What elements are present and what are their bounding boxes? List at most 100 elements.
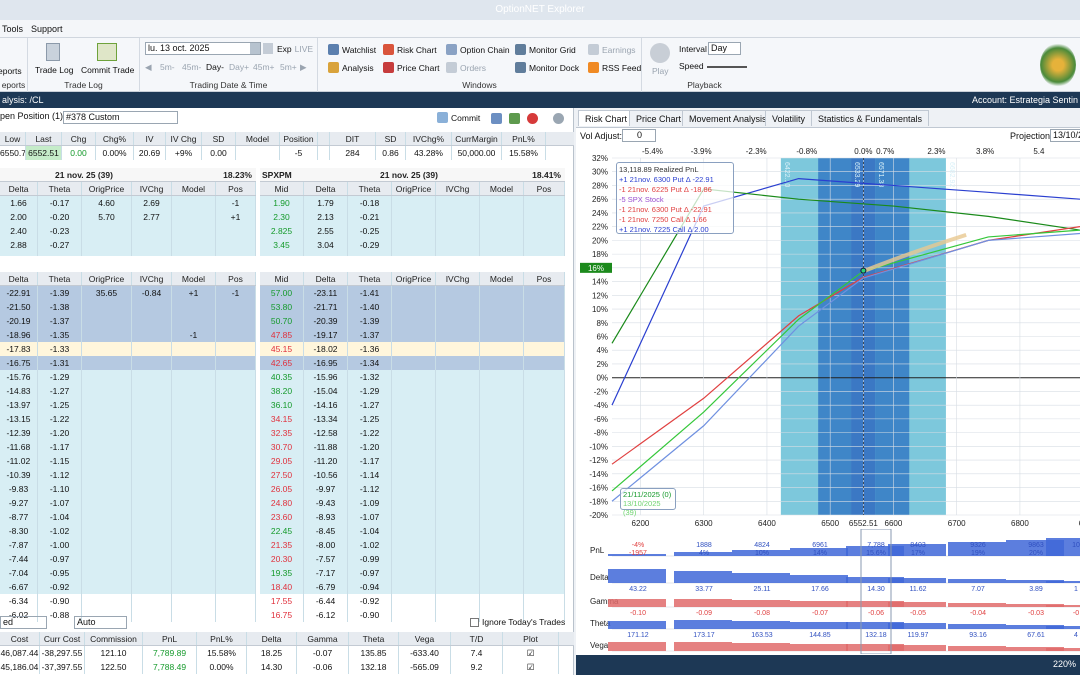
trades-header[interactable]: Gamma: [297, 632, 349, 645]
table-row[interactable]: 3.49-0.32: [0, 252, 256, 256]
mode-select[interactable]: Auto: [74, 616, 127, 629]
table-row[interactable]: 2.00 -0.20 5.70 2.77 +1: [0, 210, 256, 224]
table-row[interactable]: 20.30 -7.57 -0.99: [260, 552, 565, 566]
table-row[interactable]: -6.67 -0.92: [0, 580, 256, 594]
date-field[interactable]: lu. 13 oct. 2025: [145, 42, 261, 55]
column-header[interactable]: Model: [172, 272, 216, 285]
orders-button[interactable]: Orders: [446, 62, 486, 73]
plot-checkbox[interactable]: ☑: [503, 646, 559, 660]
interval-select[interactable]: Day: [708, 42, 741, 55]
table-row[interactable]: 29.05 -11.20 -1.17: [260, 454, 565, 468]
play-button[interactable]: Play: [652, 66, 669, 76]
table-row[interactable]: -13.15 -1.22: [0, 412, 256, 426]
monitor-grid-button[interactable]: Monitor Grid: [515, 44, 576, 55]
trades-header[interactable]: Vega: [399, 632, 451, 645]
table-row[interactable]: 34.15 -13.34 -1.25: [260, 412, 565, 426]
column-header[interactable]: Pos: [524, 272, 565, 285]
table-row[interactable]: -7.04 -0.95: [0, 566, 256, 580]
column-header[interactable]: OrigPrice: [392, 272, 436, 285]
table-row[interactable]: -8.77 -1.04: [0, 510, 256, 524]
table-row[interactable]: 42.65 -16.95 -1.34: [260, 356, 565, 370]
risk-chart-button[interactable]: Risk Chart: [383, 44, 437, 55]
step-5m-forward[interactable]: 5m+: [280, 62, 297, 72]
column-header[interactable]: Pos: [216, 182, 256, 195]
plot-checkbox[interactable]: ☑: [503, 660, 559, 674]
column-header[interactable]: OrigPrice: [82, 272, 132, 285]
table-row[interactable]: -11.02 -1.15: [0, 454, 256, 468]
table-row[interactable]: -15.76 -1.29: [0, 370, 256, 384]
table-row[interactable]: 2.88 -0.27: [0, 238, 256, 252]
table-row[interactable]: 27.50 -10.56 -1.14: [260, 468, 565, 482]
table-row[interactable]: 18.40 -6.79 -0.94: [260, 580, 565, 594]
projection-input[interactable]: 13/10/2: [1050, 129, 1080, 142]
table-row[interactable]: -17.83 -1.33: [0, 342, 256, 356]
table-row[interactable]: 45.15 -18.02 -1.36: [260, 342, 565, 356]
commit-trade-button[interactable]: Commit Trade: [81, 65, 134, 75]
table-row[interactable]: -9.27 -1.07: [0, 496, 256, 510]
tab-volatility[interactable]: Volatility: [765, 110, 813, 126]
table-row[interactable]: 4.303.68-0.34: [260, 252, 565, 256]
column-header[interactable]: Theta: [38, 182, 82, 195]
step-day-forward[interactable]: Day+: [229, 62, 249, 72]
table-row[interactable]: 24.80 -9.43 -1.09: [260, 496, 565, 510]
table-row[interactable]: 32.35 -12.58 -1.22: [260, 426, 565, 440]
step-back-icon[interactable]: ◀: [145, 62, 152, 73]
table-row[interactable]: 40.35 -15.96 -1.32: [260, 370, 565, 384]
table-row[interactable]: 2.30 2.13 -0.21: [260, 210, 565, 224]
trades-header[interactable]: PnL: [143, 632, 197, 645]
earnings-button[interactable]: Earnings: [588, 44, 636, 55]
trades-header[interactable]: Delta: [247, 632, 297, 645]
filter-select[interactable]: ed: [0, 616, 47, 629]
table-row[interactable]: -7.44 -0.97: [0, 552, 256, 566]
column-header[interactable]: OrigPrice: [82, 182, 132, 195]
table-row[interactable]: 47.85 -19.17 -1.37: [260, 328, 565, 342]
ignore-today-checkbox[interactable]: Ignore Today's Trades: [470, 617, 565, 627]
step-45m-back[interactable]: 45m-: [182, 62, 201, 72]
tab-statistics[interactable]: Statistics & Fundamentals: [811, 110, 930, 126]
column-header[interactable]: Mid: [260, 272, 304, 285]
step-day-back[interactable]: Day-: [206, 62, 224, 72]
table-row[interactable]: -16.75 -1.31: [0, 356, 256, 370]
table-row[interactable]: -21.50 -1.38: [0, 300, 256, 314]
table-row[interactable]: -9.83 -1.10: [0, 482, 256, 496]
rss-feed-button[interactable]: RSS Feed: [588, 62, 641, 73]
table-row[interactable]: -22.91 -1.39 35.65 -0.84 +1 -1: [0, 286, 256, 300]
table-row[interactable]: -8.30 -1.02: [0, 524, 256, 538]
trades-header[interactable]: Curr Cost: [40, 632, 85, 645]
table-row[interactable]: 57.00 -23.11 -1.41: [260, 286, 565, 300]
table-row[interactable]: 2.40 -0.23: [0, 224, 256, 238]
tab-risk-chart[interactable]: Risk Chart: [578, 110, 635, 126]
option-chain-button[interactable]: Option Chain: [446, 44, 510, 55]
play-icon[interactable]: [650, 43, 670, 63]
table-row[interactable]: -6.34 -0.90: [0, 594, 256, 608]
table-row[interactable]: -12.39 -1.20: [0, 426, 256, 440]
calendar-icon[interactable]: [250, 43, 260, 54]
table-row[interactable]: -14.83 -1.27: [0, 384, 256, 398]
clock-icon[interactable]: [263, 43, 273, 54]
table-row[interactable]: 21.35 -8.00 -1.02: [260, 538, 565, 552]
monitor-dock-button[interactable]: Monitor Dock: [515, 62, 579, 73]
column-header[interactable]: Theta: [348, 272, 392, 285]
analysis-button[interactable]: Analysis: [328, 62, 374, 73]
column-header[interactable]: Delta: [0, 182, 38, 195]
price-chart-button[interactable]: Price Chart: [383, 62, 440, 73]
table-row[interactable]: -10.39 -1.12: [0, 468, 256, 482]
table-row[interactable]: 30.70 -11.88 -1.20: [260, 440, 565, 454]
column-header[interactable]: Delta: [304, 182, 348, 195]
column-header[interactable]: Theta: [38, 272, 82, 285]
table-row[interactable]: 36.10 -14.16 -1.27: [260, 398, 565, 412]
column-header[interactable]: OrigPrice: [392, 182, 436, 195]
step-45m-forward[interactable]: 45m+: [253, 62, 275, 72]
trades-header[interactable]: Plot: [503, 632, 559, 645]
reports-button[interactable]: eports: [0, 66, 22, 76]
table-row[interactable]: -20.19 -1.37: [0, 314, 256, 328]
table-row[interactable]: 50.70 -20.39 -1.39: [260, 314, 565, 328]
table-row[interactable]: -7.87 -1.00: [0, 538, 256, 552]
speed-slider[interactable]: [707, 66, 747, 68]
trade-row[interactable]: 45,186.04 -37,397.55 122.50 7,788.49 0.00% 14…: [0, 660, 574, 674]
tab-price-chart[interactable]: Price Chart: [629, 110, 689, 126]
trades-header[interactable]: Cost: [0, 632, 40, 645]
exp-button[interactable]: Exp LIVE: [277, 44, 313, 54]
column-header[interactable]: Pos: [216, 272, 256, 285]
table-row[interactable]: 1.66 -0.17 4.60 2.69 -1: [0, 196, 256, 210]
